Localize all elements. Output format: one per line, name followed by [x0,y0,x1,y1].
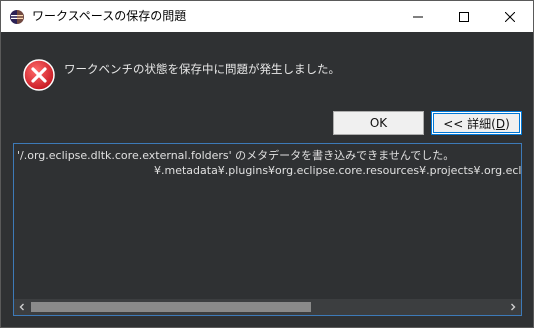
minimize-icon [413,16,423,17]
details-button-label: << 詳細(D) [443,116,510,131]
error-message: ワークベンチの状態を保存中に問題が発生しました。 [64,62,340,76]
window-title: ワークスペースの保存の問題 [32,9,187,23]
details-text-area[interactable]: '/.org.eclipse.dltk.core.external.folder… [13,143,522,316]
minimize-button[interactable] [395,1,441,32]
ok-button[interactable]: OK [333,111,424,135]
scrollbar-thumb[interactable] [31,302,311,312]
ok-button-label: OK [369,116,388,130]
scroll-left-button[interactable] [14,299,30,315]
maximize-icon [459,11,469,22]
eclipse-icon [10,9,24,24]
horizontal-scrollbar[interactable] [14,299,521,315]
maximize-button[interactable] [441,1,487,32]
error-icon [23,59,55,91]
title-bar[interactable]: ワークスペースの保存の問題 [1,1,533,32]
error-dialog-window: ワークスペースの保存の問題 ワークベンチの状態を保存中に問題が発生しました。 O… [0,0,534,328]
close-button[interactable] [487,1,533,32]
close-icon [505,11,515,22]
scroll-right-button[interactable] [505,299,521,315]
chevron-right-icon [511,303,516,311]
details-line: ¥.metadata¥.plugins¥org.eclipse.core.res… [154,164,522,177]
details-line: '/.org.eclipse.dltk.core.external.folder… [17,149,455,162]
details-button[interactable]: << 詳細(D) [431,111,522,135]
chevron-left-icon [19,303,24,311]
